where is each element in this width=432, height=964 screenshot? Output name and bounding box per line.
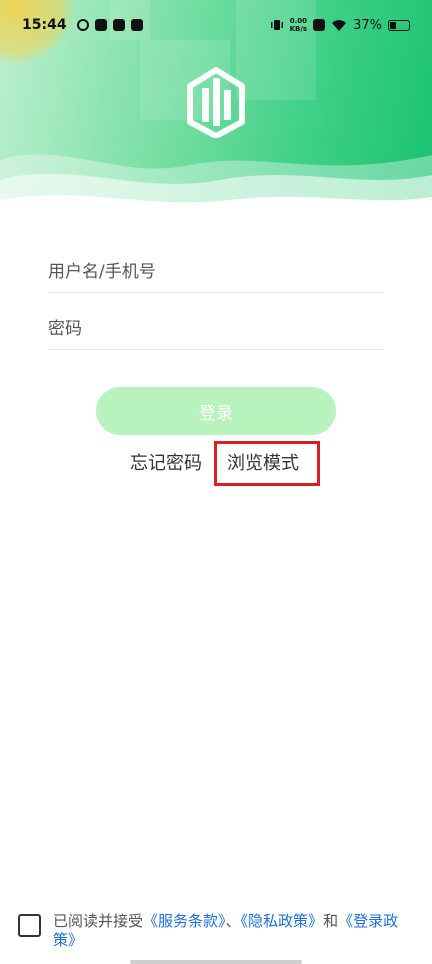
password-input[interactable] [48, 309, 384, 349]
sim-icon [313, 19, 326, 31]
home-indicator[interactable] [130, 960, 302, 964]
agreement-row: 已阅读并接受《服务条款》、《隐私政策》和《登录政策》 [18, 912, 418, 950]
app-logo-icon [187, 67, 245, 138]
agreement-separator: 、 [225, 912, 241, 930]
terms-of-service-link[interactable]: 《服务条款》 [143, 912, 226, 930]
username-field[interactable] [48, 252, 384, 293]
tiktok-icon [130, 19, 143, 31]
username-input[interactable] [48, 252, 384, 292]
battery-percent: 37% [353, 17, 382, 33]
forgot-password-link[interactable]: 忘记密码 [130, 449, 202, 475]
highlight-box [214, 441, 320, 486]
notification-icon [76, 19, 89, 31]
password-field[interactable] [48, 309, 384, 350]
agreement-and: 和 [323, 912, 339, 930]
network-speed: 0.00 KB/s [289, 17, 308, 33]
notification-icon [112, 19, 125, 31]
login-button[interactable]: 登录 [96, 387, 336, 435]
agreement-prefix: 已阅读并接受 [53, 912, 144, 930]
battery-icon [388, 19, 410, 31]
status-bar: 15:44 0.00 KB/s 37% [0, 0, 432, 50]
wave-decoration [0, 154, 432, 225]
vibrate-icon [270, 20, 283, 30]
agreement-text: 已阅读并接受《服务条款》、《隐私政策》和《登录政策》 [53, 912, 418, 950]
status-time: 15:44 [22, 17, 67, 33]
wifi-icon [332, 19, 347, 31]
agreement-checkbox[interactable] [18, 914, 41, 937]
notification-icon [94, 19, 107, 31]
privacy-policy-link[interactable]: 《隐私政策》 [241, 912, 324, 930]
